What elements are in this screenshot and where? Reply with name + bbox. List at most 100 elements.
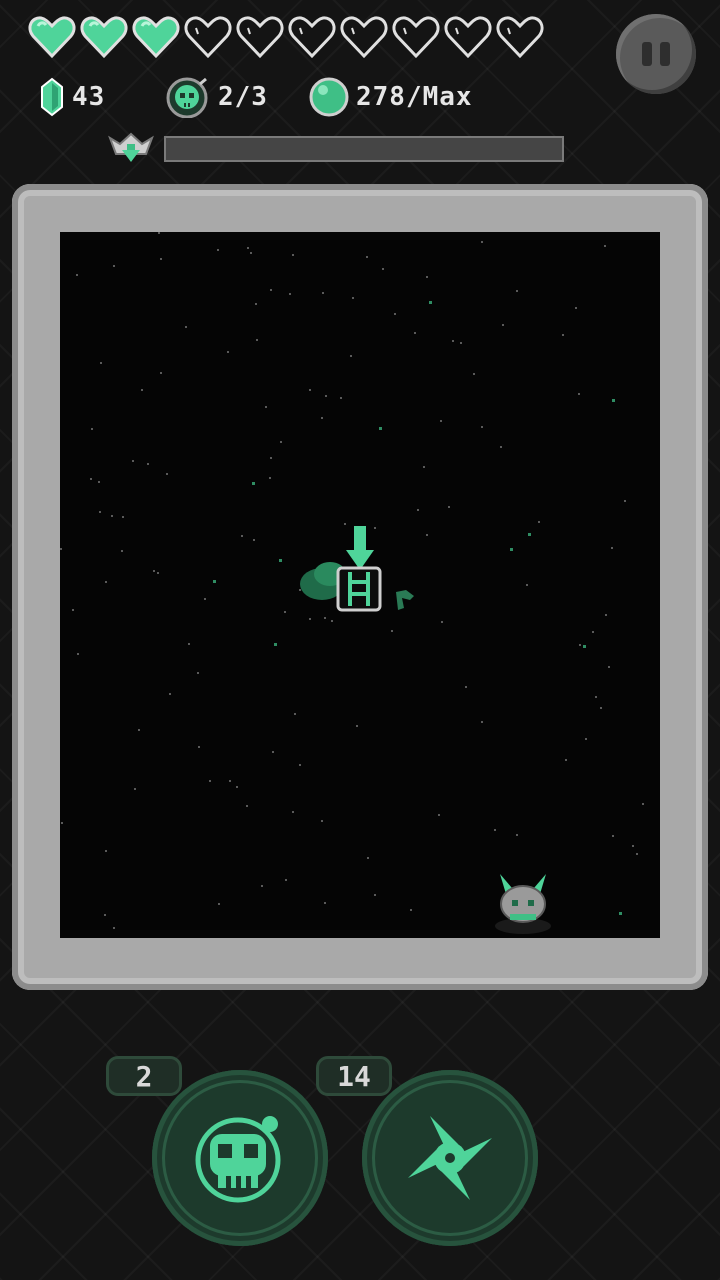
star-particle — [321, 417, 323, 419]
star-particle — [247, 247, 249, 249]
star-particle — [105, 581, 107, 583]
star-particle — [562, 334, 564, 336]
star-particle — [510, 548, 513, 551]
star-particle — [227, 351, 229, 353]
star-particle — [77, 653, 79, 655]
star-particle — [379, 427, 382, 430]
star-particle — [608, 666, 610, 668]
star-particle — [198, 746, 200, 748]
heart-empty-icon — [184, 16, 232, 59]
star-particle — [299, 764, 301, 766]
star-particle — [253, 539, 255, 541]
star-particle — [289, 293, 291, 295]
star-particle — [538, 521, 540, 523]
star-particle — [272, 751, 274, 753]
star-particle — [600, 707, 602, 709]
star-particle — [292, 811, 294, 813]
star-particle — [105, 850, 107, 852]
shuriken-button[interactable] — [362, 1070, 538, 1246]
star-particle — [134, 788, 136, 790]
star-particle — [592, 631, 594, 633]
boss-crown-icon — [108, 132, 154, 162]
star-particle — [494, 829, 496, 831]
star-particle — [209, 780, 211, 782]
star-particle — [153, 570, 155, 572]
star-particle — [366, 256, 368, 258]
star-particle — [274, 643, 277, 646]
star-particle — [158, 232, 160, 234]
star-particle — [100, 362, 102, 364]
star-particle — [141, 389, 143, 391]
heart-empty-icon — [236, 16, 284, 59]
star-particle — [350, 355, 352, 357]
star-particle — [374, 894, 376, 896]
star-particle — [426, 276, 428, 278]
star-particle — [595, 696, 597, 698]
star-particle — [460, 342, 462, 344]
star-particle — [414, 332, 416, 334]
star-particle — [565, 759, 567, 761]
star-particle — [250, 252, 252, 254]
star-particle — [612, 835, 614, 837]
star-particle — [394, 313, 396, 315]
heart-empty-icon — [496, 16, 544, 59]
star-particle — [605, 614, 607, 616]
star-particle — [256, 339, 258, 341]
star-particle — [426, 534, 428, 536]
star-particle — [636, 853, 638, 855]
star-particle — [340, 397, 342, 399]
star-particle — [481, 241, 483, 243]
star-particle — [309, 389, 311, 391]
star-particle — [61, 822, 63, 824]
star-particle — [325, 395, 327, 397]
star-particle — [516, 290, 518, 292]
star-particle — [60, 548, 62, 550]
pause-button[interactable] — [616, 14, 696, 94]
shuriken-icon — [408, 1116, 492, 1200]
star-particle — [322, 292, 324, 294]
skull-bomb-button[interactable] — [152, 1070, 328, 1246]
star-particle — [294, 713, 296, 715]
star-particle — [90, 478, 92, 480]
star-particle — [429, 301, 432, 304]
health-hearts — [28, 14, 544, 60]
star-particle — [138, 729, 140, 731]
star-particle — [280, 441, 282, 443]
skull-icon — [195, 1116, 281, 1203]
heart-empty-icon — [288, 16, 336, 59]
star-particle — [481, 721, 483, 723]
heart-empty-icon — [392, 16, 440, 59]
star-particle — [229, 780, 231, 782]
star-particle — [132, 460, 134, 462]
star-particle — [285, 879, 287, 881]
star-particle — [526, 584, 528, 586]
star-particle — [578, 393, 580, 395]
star-particle — [473, 373, 475, 375]
star-particle — [575, 307, 577, 309]
kill-count: 2/3 — [218, 82, 268, 112]
star-particle — [279, 559, 282, 562]
skull-bomb-count: 2 — [106, 1056, 182, 1096]
pause-icon — [642, 42, 652, 66]
star-particle — [612, 399, 615, 402]
star-particle — [269, 477, 271, 479]
star-particle — [185, 326, 187, 328]
horned-enemy — [495, 874, 551, 934]
star-particle — [642, 803, 644, 805]
star-particle — [270, 457, 272, 459]
star-particle — [246, 805, 248, 807]
star-particle — [157, 572, 159, 574]
star-particle — [147, 463, 149, 465]
star-particle — [197, 672, 199, 674]
star-particle — [417, 509, 419, 511]
star-particle — [448, 506, 450, 508]
gem-icon — [41, 77, 63, 117]
skull-bomb-icon — [166, 77, 208, 118]
boss-health-bar — [164, 136, 564, 162]
star-particle — [619, 912, 622, 915]
player-ship — [300, 526, 414, 612]
star-particle — [113, 927, 115, 929]
star-particle — [502, 324, 504, 326]
kill-counter: 2/3 — [166, 76, 268, 118]
star-particle — [91, 428, 93, 430]
